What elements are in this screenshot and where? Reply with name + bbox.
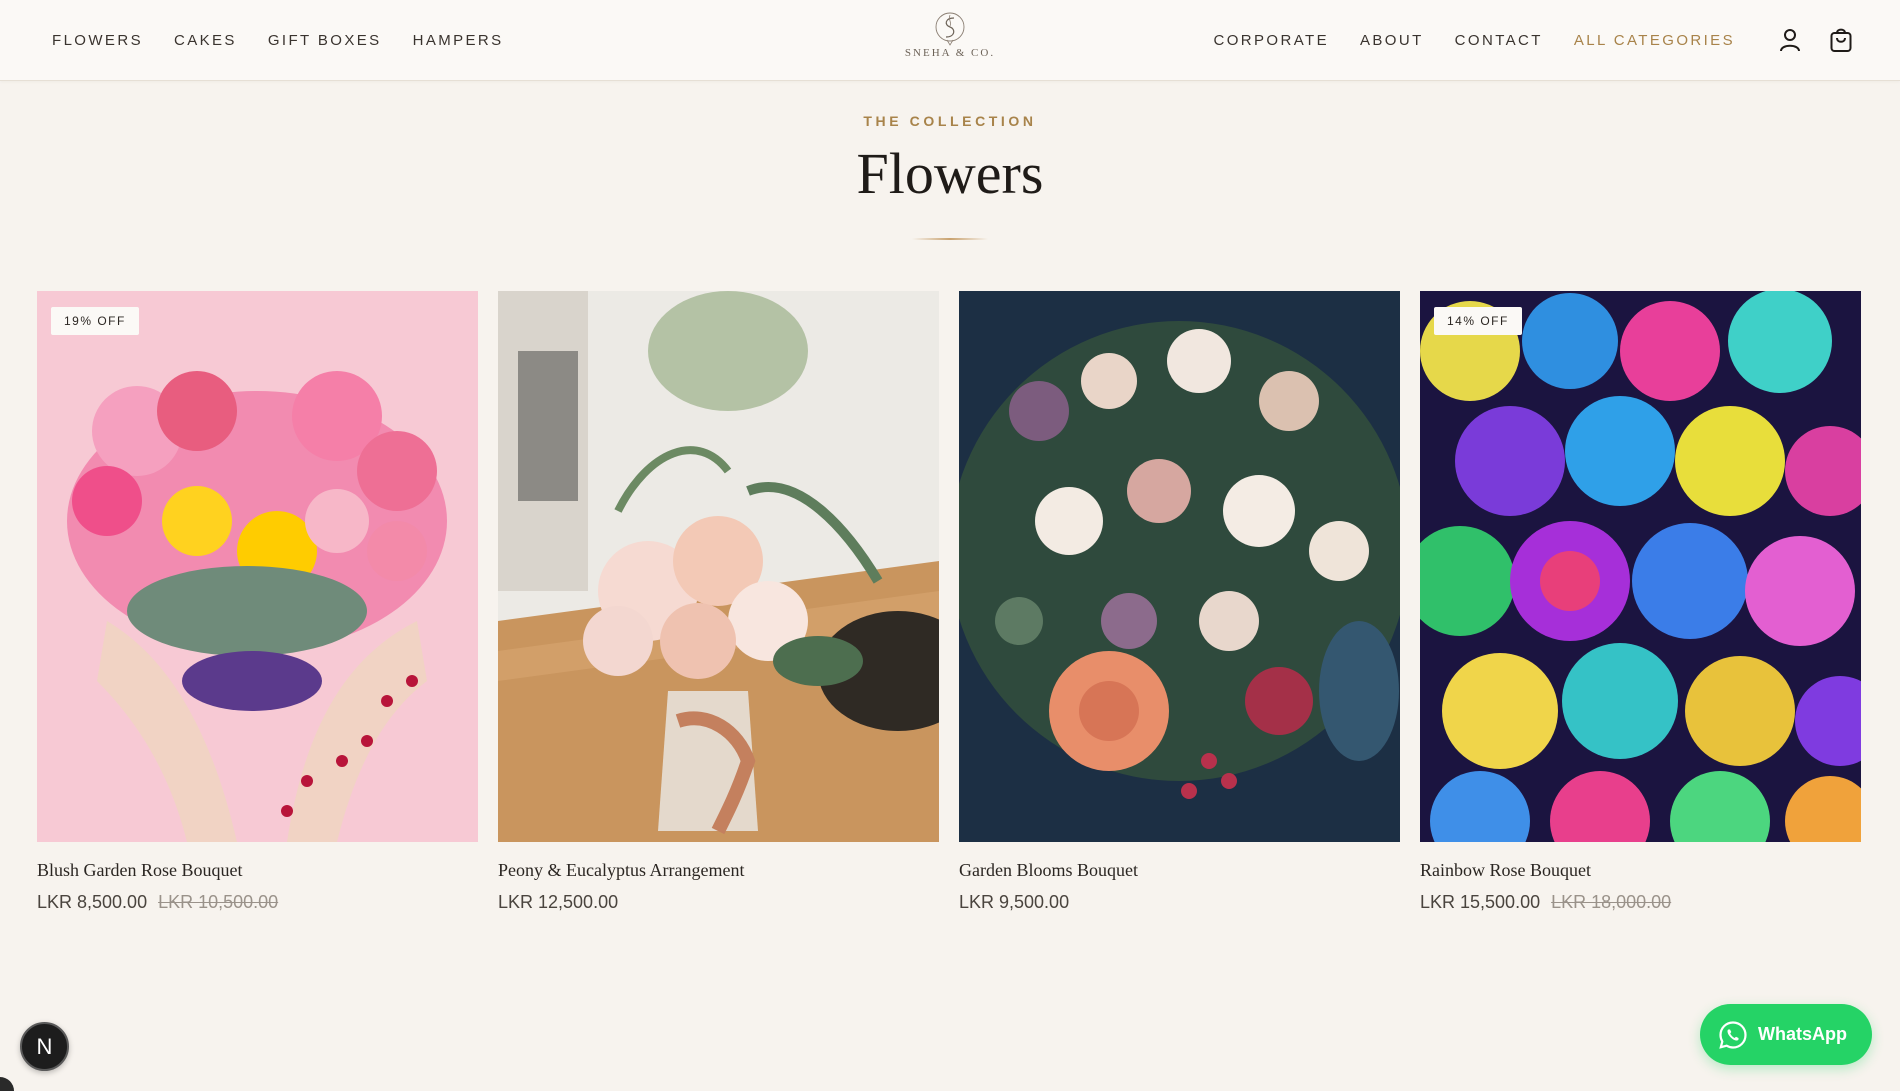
nav-link-gift-boxes[interactable]: GIFT BOXES xyxy=(268,32,382,49)
product-price: LKR 15,500.00 xyxy=(1420,892,1541,912)
nav-link-cakes[interactable]: CAKES xyxy=(174,32,237,49)
product-card[interactable]: 14% OFF Rainbow Rose Bouquet LKR 15,500.… xyxy=(1420,291,1861,913)
product-card[interactable]: Peony & Eucalyptus Arrangement LKR 12,50… xyxy=(498,291,939,913)
whatsapp-label: WhatsApp xyxy=(1758,1024,1847,1044)
collection-eyebrow: THE COLLECTION xyxy=(863,113,1037,129)
price-row: LKR 8,500.00 LKR 10,500.00 xyxy=(37,892,478,913)
corner-decoration xyxy=(0,1077,14,1091)
dev-tools-badge-label: N xyxy=(36,1033,53,1059)
product-original-price: LKR 18,000.00 xyxy=(1551,892,1672,912)
nav-link-all-categories[interactable]: ALL CATEGORIES xyxy=(1574,32,1735,49)
product-price: LKR 12,500.00 xyxy=(498,892,619,912)
whatsapp-button[interactable]: WhatsApp xyxy=(1700,1004,1872,1065)
account-button[interactable] xyxy=(1776,26,1804,54)
nav-link-about[interactable]: ABOUT xyxy=(1360,32,1424,49)
logo-mark-icon xyxy=(935,12,965,46)
brand-logo[interactable]: SNEHA & CO. xyxy=(905,10,995,68)
product-name[interactable]: Peony & Eucalyptus Arrangement xyxy=(498,860,939,881)
product-card[interactable]: 19% OFF Blush Garden Rose Bouquet LKR 8,… xyxy=(37,291,478,913)
bouquet-image-garden xyxy=(959,291,1400,842)
discount-badge: 14% OFF xyxy=(1434,307,1522,335)
product-image[interactable]: 19% OFF xyxy=(37,291,478,842)
logo-wordmark: SNEHA & CO. xyxy=(904,47,996,59)
page-title: Flowers xyxy=(856,141,1044,206)
shopping-bag-icon xyxy=(1830,28,1852,52)
whatsapp-icon xyxy=(1719,1020,1747,1049)
bouquet-image-rainbow xyxy=(1420,291,1861,842)
dev-tools-badge[interactable]: N xyxy=(20,1022,69,1071)
nav-link-flowers[interactable]: FLOWERS xyxy=(52,32,143,49)
price-row: LKR 15,500.00 LKR 18,000.00 xyxy=(1420,892,1861,913)
product-name[interactable]: Blush Garden Rose Bouquet xyxy=(37,860,478,881)
price-row: LKR 12,500.00 xyxy=(498,892,939,913)
nav-link-corporate[interactable]: CORPORATE xyxy=(1213,32,1329,49)
cart-button[interactable] xyxy=(1827,26,1855,54)
discount-badge: 19% OFF xyxy=(51,307,139,335)
nav-link-contact[interactable]: CONTACT xyxy=(1455,32,1543,49)
product-image[interactable] xyxy=(959,291,1400,842)
product-image[interactable] xyxy=(498,291,939,842)
bouquet-image-peony xyxy=(498,291,939,842)
user-icon xyxy=(1780,29,1800,52)
product-name[interactable]: Garden Blooms Bouquet xyxy=(959,860,1400,881)
primary-nav-left: FLOWERS CAKES GIFT BOXES HAMPERS xyxy=(52,0,504,80)
product-price: LKR 9,500.00 xyxy=(959,892,1070,912)
bouquet-image-heart xyxy=(37,291,478,842)
title-divider xyxy=(912,238,988,240)
product-price: LKR 8,500.00 xyxy=(37,892,148,912)
product-card[interactable]: Garden Blooms Bouquet LKR 9,500.00 xyxy=(959,291,1400,913)
nav-link-hampers[interactable]: HAMPERS xyxy=(413,32,504,49)
primary-nav-right: CORPORATE ABOUT CONTACT ALL CATEGORIES xyxy=(1213,0,1735,80)
price-row: LKR 9,500.00 xyxy=(959,892,1400,913)
product-image[interactable]: 14% OFF xyxy=(1420,291,1861,842)
product-name[interactable]: Rainbow Rose Bouquet xyxy=(1420,860,1861,881)
site-header: FLOWERS CAKES GIFT BOXES HAMPERS SNEHA &… xyxy=(0,0,1900,81)
product-original-price: LKR 10,500.00 xyxy=(158,892,279,912)
